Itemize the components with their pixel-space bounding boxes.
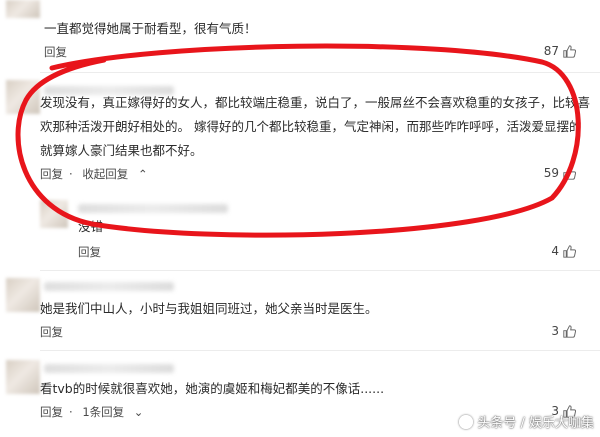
watermark: 头条号 / 娱乐大咖集 xyxy=(459,412,594,431)
like-count: 4 xyxy=(551,244,559,258)
like-button[interactable]: 59 xyxy=(544,166,576,180)
like-count: 59 xyxy=(543,166,559,180)
comment-text-line-1: 发现没有，真正嫁得好的女人，都比较端庄稳重，说白了，一般屌丝不会喜欢稳重的女孩子… xyxy=(40,95,591,110)
avatar[interactable] xyxy=(6,278,40,312)
avatar[interactable] xyxy=(40,200,68,228)
chevron-down-icon: ⌄ xyxy=(133,405,144,419)
thumbs-up-icon xyxy=(563,44,576,58)
like-button[interactable]: 3 xyxy=(551,324,576,338)
thumbs-up-icon xyxy=(563,324,576,338)
reply-link[interactable]: 回复 xyxy=(40,325,63,339)
avatar[interactable] xyxy=(6,80,40,114)
username-blurred xyxy=(44,364,174,373)
comment-1: 一直都觉得她属于耐看型，很有气质！ 回复 87 xyxy=(0,0,600,62)
username-blurred xyxy=(78,204,228,213)
view-replies-link[interactable]: 1条回复 xyxy=(82,405,124,419)
watermark-logo-icon xyxy=(459,414,474,429)
like-button[interactable]: 4 xyxy=(551,244,576,258)
comment-text-line-3: 就算嫁人豪门结果也都不好。 xyxy=(40,143,203,158)
comment-text: 她是我们中山人，小时与我姐姐同班过，她父亲当时是医生。 xyxy=(40,301,378,316)
reply-text: 没错 xyxy=(78,219,104,234)
comment-2: 发现没有，真正嫁得好的女人，都比较端庄稳重，说白了，一般屌丝不会喜欢稳重的女孩子… xyxy=(0,80,600,190)
thumbs-up-icon xyxy=(563,244,576,258)
reply-link[interactable]: 回复 xyxy=(40,167,63,181)
reply-1: 没错 回复 4 xyxy=(0,196,600,266)
divider xyxy=(40,350,600,351)
comment-text: 看tvb的时候就很喜欢她，她演的虞姬和梅妃都美的不像话...... xyxy=(40,381,385,396)
avatar[interactable] xyxy=(6,360,40,394)
divider xyxy=(40,72,600,73)
comment-actions: 回复 · 收起回复 ⌃ xyxy=(40,166,160,182)
comment-text-line-2: 欢那种活泼开朗好相处的。 嫁得好的几个都比较稳重，气定神闲，而那些咋咋呼呼，活泼… xyxy=(40,119,582,134)
reply-link[interactable]: 回复 xyxy=(44,45,67,59)
like-button[interactable]: 87 xyxy=(544,44,576,58)
username-blurred xyxy=(44,282,174,291)
collapse-replies-link[interactable]: 收起回复 ⌃ xyxy=(82,167,153,181)
comment-3: 她是我们中山人，小时与我姐姐同班过，她父亲当时是医生。 回复 3 xyxy=(0,274,600,348)
comment-actions: 回复 · 1条回复 ⌄ xyxy=(40,405,144,419)
thumbs-up-icon xyxy=(563,166,576,180)
comment-actions: 回复 xyxy=(44,44,73,60)
comment-text: 一直都觉得她属于耐看型，很有气质！ xyxy=(44,21,257,36)
reply-link[interactable]: 回复 xyxy=(40,405,63,419)
divider xyxy=(40,270,600,271)
reply-link[interactable]: 回复 xyxy=(78,245,101,259)
reply-actions: 回复 xyxy=(78,244,107,260)
avatar[interactable] xyxy=(6,0,40,18)
like-count: 3 xyxy=(551,324,559,338)
watermark-text: 头条号 / 娱乐大咖集 xyxy=(477,416,594,431)
like-count: 87 xyxy=(543,44,559,58)
chevron-up-icon: ⌃ xyxy=(137,167,148,181)
comment-actions: 回复 xyxy=(40,324,69,340)
